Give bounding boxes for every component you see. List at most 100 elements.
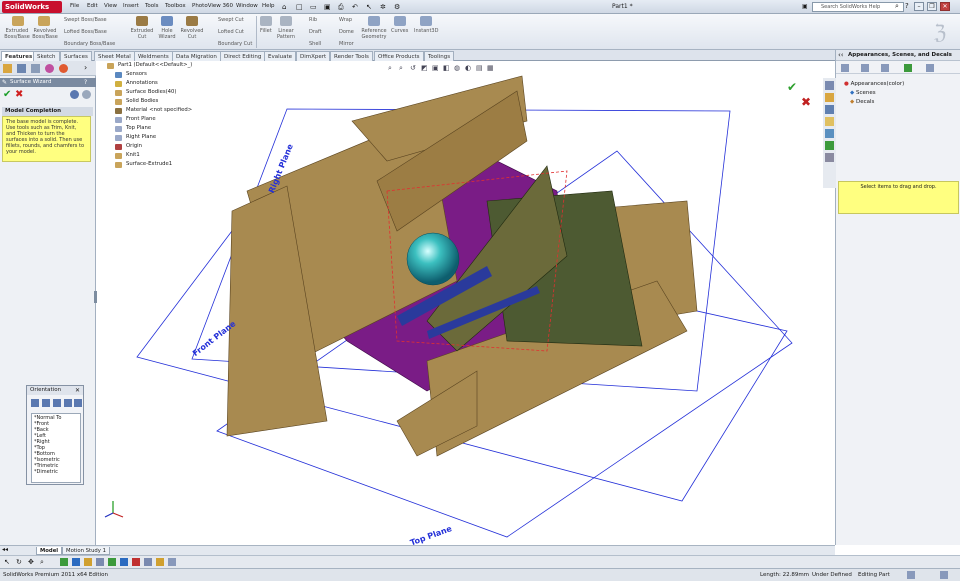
tab-surfaces[interactable]: Surfaces	[60, 51, 92, 61]
tab-evaluate[interactable]: Evaluate	[264, 51, 297, 61]
view-settings-icon[interactable]: ▦	[487, 64, 494, 72]
tab-sheet-metal[interactable]: Sheet Metal	[94, 51, 135, 61]
back-icon[interactable]	[841, 64, 849, 72]
swept-boss-button[interactable]: Swept Boss/Base	[64, 17, 107, 23]
boundary-boss-button[interactable]: Boundary Boss/Base	[64, 41, 115, 47]
tree-item-surface-extrude[interactable]: Surface-Extrude1	[104, 160, 234, 169]
fillet-icon[interactable]	[260, 16, 272, 26]
edit-appearance-icon[interactable]: ◐	[465, 64, 471, 72]
update-view-icon[interactable]	[42, 399, 50, 407]
rebuild-status-icon[interactable]	[907, 571, 915, 579]
hole-wizard-button[interactable]: Hole Wizard	[156, 28, 178, 40]
help-icon[interactable]: ?	[905, 2, 909, 10]
tab-dimxpert[interactable]: DimXpert	[296, 51, 331, 61]
tab-render-tools[interactable]: Render Tools	[330, 51, 373, 61]
tree-item-part[interactable]: Part1 (Default<<Default>_)	[104, 61, 234, 70]
tree-item-front-plane[interactable]: Front Plane	[104, 115, 234, 124]
tree-item-right-plane[interactable]: Right Plane	[104, 133, 234, 142]
restore-button[interactable]: ❐	[927, 2, 937, 11]
hide-show-icon[interactable]: ◍	[454, 64, 460, 72]
menu-toolbox[interactable]: Toolbox	[165, 3, 186, 9]
close-icon[interactable]: ✕	[75, 387, 80, 394]
add-icon[interactable]	[904, 64, 912, 72]
extruded-boss-button[interactable]: Extruded Boss/Base	[4, 28, 30, 40]
tree-item-decals[interactable]: ◆ Decals	[844, 98, 954, 107]
help-icon[interactable]: ?	[84, 78, 87, 87]
appearances-tab-icon[interactable]	[825, 141, 834, 150]
custom-properties-tab-icon[interactable]	[825, 153, 834, 162]
tree-item-knit[interactable]: Knit1	[104, 151, 234, 160]
tree-item-solid-bodies[interactable]: Solid Bodies	[104, 97, 234, 106]
tab-features[interactable]: Features	[1, 51, 37, 61]
menu-tools[interactable]: Tools	[145, 3, 159, 9]
list-item[interactable]: *Dimetric	[34, 469, 78, 475]
tree-item-sensors[interactable]: Sensors	[104, 70, 234, 79]
tree-item-surface-bodies[interactable]: Surface Bodies(40)	[104, 88, 234, 97]
view-palette-tab-icon[interactable]	[825, 129, 834, 138]
undo-icon[interactable]: ↶	[352, 3, 358, 11]
zoom-to-fit-icon[interactable]: ⌕	[388, 64, 392, 73]
next-icon[interactable]	[82, 90, 91, 99]
instant3d-button[interactable]: Instant3D	[414, 28, 438, 34]
revolved-cut-button[interactable]: Revolved Cut	[180, 28, 204, 40]
reference-geometry-icon[interactable]	[368, 16, 380, 26]
tree-item-origin[interactable]: Origin	[104, 142, 234, 151]
link-view-icon[interactable]	[64, 399, 72, 407]
library-tab-icon[interactable]	[825, 93, 834, 102]
solidworks-logo[interactable]: SolidWorks	[2, 1, 62, 13]
instant3d-icon[interactable]	[420, 16, 432, 26]
reset-view-icon[interactable]	[53, 399, 61, 407]
search-icon[interactable]: ⌕	[895, 2, 899, 11]
revolved-boss-icon[interactable]	[38, 16, 50, 26]
file-explorer-tab-icon[interactable]	[825, 105, 834, 114]
tree-item-top-plane[interactable]: Top Plane	[104, 124, 234, 133]
display-manager-icon[interactable]	[59, 64, 68, 73]
refresh-icon[interactable]	[926, 64, 934, 72]
configuration-manager-icon[interactable]	[31, 64, 40, 73]
tab-data-migration[interactable]: Data Migration	[172, 51, 221, 61]
hole-wizard-icon[interactable]	[161, 16, 173, 26]
search-mode-icon[interactable]: ▣	[802, 3, 808, 10]
wrap-button[interactable]: Wrap	[339, 17, 352, 23]
rebuild-icon[interactable]: ✲	[380, 3, 386, 11]
ok-check-icon[interactable]: ✔	[3, 89, 11, 100]
tab-model[interactable]: Model	[36, 547, 63, 555]
stop-icon[interactable]	[132, 558, 140, 566]
options-icon[interactable]	[144, 558, 152, 566]
help-status-icon[interactable]	[940, 571, 948, 579]
tree-item-appearances[interactable]: ● Appearances(color)	[844, 80, 954, 89]
dome-button[interactable]: Dome	[339, 29, 354, 35]
minimize-button[interactable]: –	[914, 2, 924, 11]
folder-icon[interactable]	[156, 558, 164, 566]
dimxpert-manager-icon[interactable]	[45, 64, 54, 73]
orientation-list[interactable]: *Normal To *Front *Back *Left *Right *To…	[31, 413, 81, 483]
linear-pattern-button[interactable]: Linear Pattern	[276, 28, 296, 40]
pin-icon[interactable]: ⌂	[282, 3, 286, 11]
macro-run-icon[interactable]	[60, 558, 68, 566]
section-header[interactable]: Model Completion	[2, 107, 93, 116]
mirror-button[interactable]: Mirror	[339, 41, 354, 47]
rib-button[interactable]: Rib	[309, 17, 317, 23]
extruded-cut-icon[interactable]	[136, 16, 148, 26]
apply-scene-icon[interactable]: ▤	[476, 64, 483, 72]
curves-icon[interactable]	[394, 16, 406, 26]
analysis-icon[interactable]	[120, 558, 128, 566]
menu-view[interactable]: View	[104, 3, 117, 9]
new-icon[interactable]: □	[296, 3, 303, 11]
menu-help[interactable]: Help	[262, 3, 275, 9]
draft-button[interactable]: Draft	[309, 29, 322, 35]
extruded-cut-button[interactable]: Extruded Cut	[130, 28, 154, 40]
home-tab-icon[interactable]	[825, 81, 834, 90]
rotate-icon[interactable]: ↻	[16, 558, 22, 566]
macro-new-icon[interactable]	[96, 558, 104, 566]
menu-insert[interactable]: Insert	[123, 3, 139, 9]
tab-motion-study[interactable]: Motion Study 1	[62, 547, 110, 555]
view-orientation-icon[interactable]: ▣	[432, 64, 439, 72]
forward-icon[interactable]	[861, 64, 869, 72]
macro-edit-icon[interactable]	[84, 558, 92, 566]
lofted-cut-button[interactable]: Lofted Cut	[218, 29, 244, 35]
tab-sketch[interactable]: Sketch	[33, 51, 60, 61]
select-icon[interactable]: ↖	[366, 3, 372, 11]
linear-pattern-icon[interactable]	[280, 16, 292, 26]
shell-button[interactable]: Shell	[309, 41, 321, 47]
